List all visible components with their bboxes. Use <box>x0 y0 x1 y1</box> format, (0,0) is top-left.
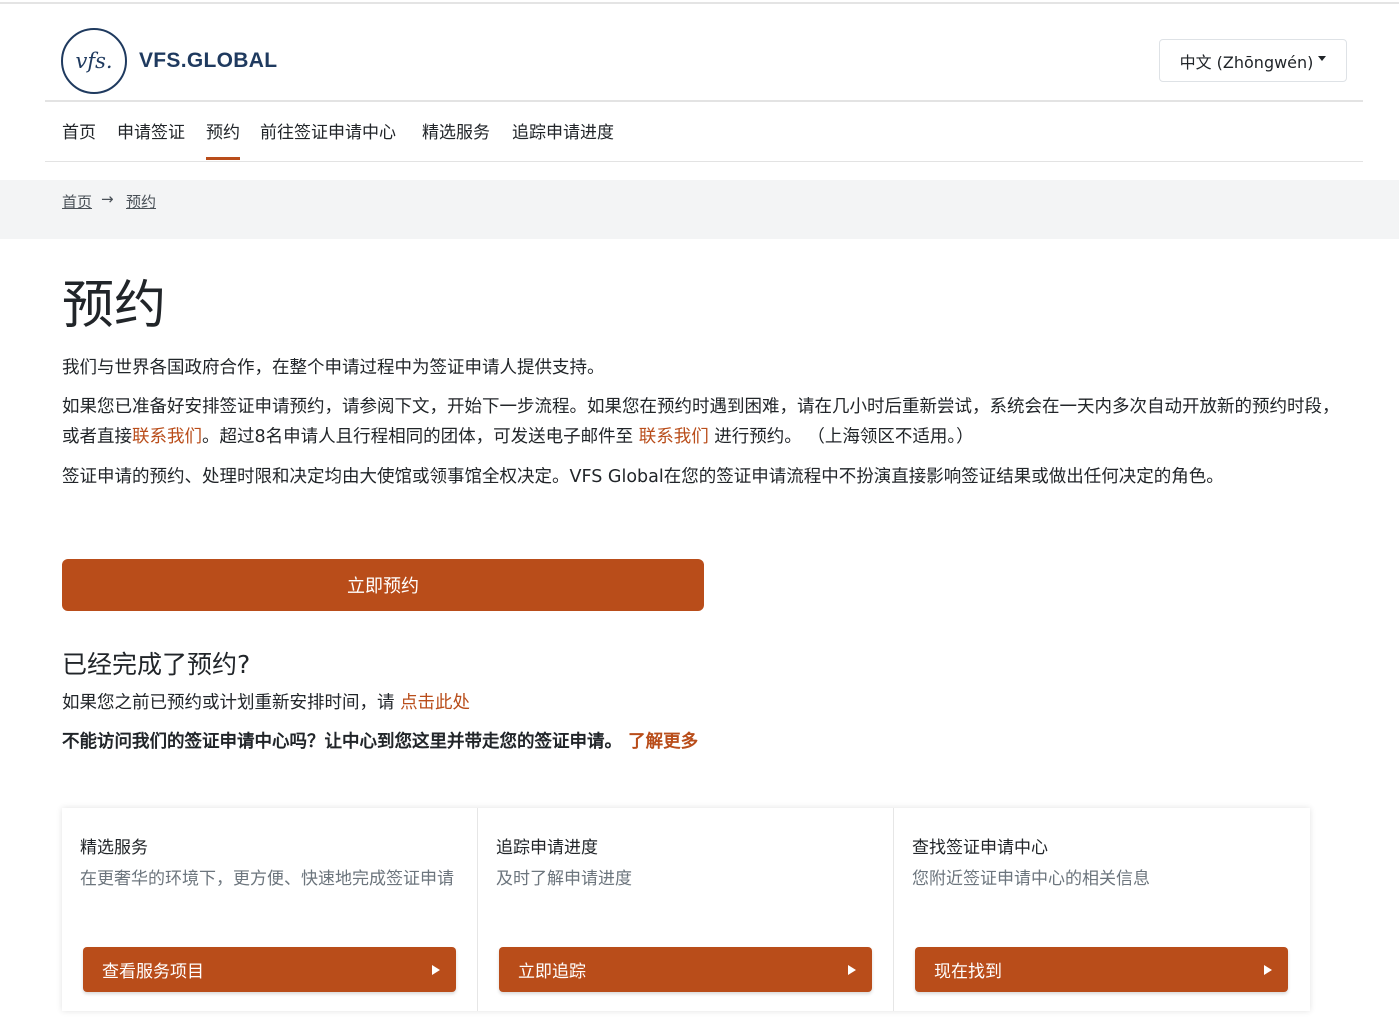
contact-us-email-link[interactable]: 联系我们 <box>639 427 709 447</box>
button-label: 现在找到 <box>934 962 1002 982</box>
breadcrumb-home[interactable]: 首页 <box>62 191 92 212</box>
logo-text: VFS.GLOBAL <box>139 49 278 72</box>
breadcrumb-current[interactable]: 预约 <box>126 191 156 212</box>
arrow-right-icon: → <box>101 190 114 208</box>
play-arrow-icon <box>432 965 440 975</box>
nav-item-home[interactable]: 首页 <box>62 118 96 160</box>
button-label: 查看服务项目 <box>102 962 204 982</box>
main-nav: 首页 申请签证 预约 前往签证申请中心 精选服务 追踪申请进度 <box>45 102 1363 162</box>
reschedule-paragraph: 如果您之前已预约或计划重新安排时间，请 点击此处 <box>62 688 1352 718</box>
find-now-button[interactable]: 现在找到 <box>915 947 1288 992</box>
breadcrumb-bar <box>0 180 1399 239</box>
card-track-application: 追踪申请进度 及时了解申请进度 立即追踪 <box>478 808 894 1011</box>
mobile-service-text: 不能访问我们的签证申请中心吗？让中心到您这里并带走您的签证申请。 <box>62 732 629 752</box>
nav-item-appointment[interactable]: 预约 <box>206 118 240 160</box>
booking-info-paragraph: 如果您已准备好安排签证申请预约，请参阅下文，开始下一步流程。如果您在预约时遇到困… <box>62 392 1352 452</box>
contact-us-link[interactable]: 联系我们 <box>132 427 202 447</box>
button-label: 立即追踪 <box>518 962 586 982</box>
card-title: 精选服务 <box>80 838 148 858</box>
booking-info-text-3: 进行预约。 （上海领区不适用。） <box>708 427 974 447</box>
play-arrow-icon <box>1264 965 1272 975</box>
already-booked-heading: 已经完成了预约? <box>62 650 251 679</box>
site-header: vfs. VFS.GLOBAL 中文 (Zhōngwén) <box>45 4 1363 102</box>
intro-paragraph: 我们与世界各国政府合作，在整个申请过程中为签证申请人提供支持。 <box>62 358 605 378</box>
play-arrow-icon <box>848 965 856 975</box>
logo-mark: vfs. <box>61 28 127 94</box>
reschedule-text: 如果您之前已预约或计划重新安排时间，请 <box>62 693 401 713</box>
card-title: 追踪申请进度 <box>496 838 598 858</box>
vfs-logo[interactable]: vfs. VFS.GLOBAL <box>61 28 277 94</box>
page-title: 预约 <box>62 276 167 336</box>
chevron-down-icon <box>1318 56 1327 61</box>
language-selector[interactable]: 中文 (Zhōngwén) <box>1159 39 1347 82</box>
book-now-button[interactable]: 立即预约 <box>62 559 704 611</box>
mobile-service-paragraph: 不能访问我们的签证申请中心吗？让中心到您这里并带走您的签证申请。 了解更多 <box>62 728 698 753</box>
card-description: 在更奢华的环境下，更方便、快速地完成签证申请 <box>80 869 454 889</box>
card-title: 查找签证申请中心 <box>912 838 1048 858</box>
card-description: 及时了解申请进度 <box>496 869 632 889</box>
nav-item-premium-services[interactable]: 精选服务 <box>422 118 490 160</box>
nav-item-track-application[interactable]: 追踪申请进度 <box>512 118 614 160</box>
nav-item-apply-visa[interactable]: 申请签证 <box>117 118 185 160</box>
view-services-button[interactable]: 查看服务项目 <box>83 947 456 992</box>
learn-more-link[interactable]: 了解更多 <box>628 732 698 752</box>
card-find-centre: 查找签证申请中心 您附近签证申请中心的相关信息 现在找到 <box>894 808 1310 1011</box>
card-description: 您附近签证申请中心的相关信息 <box>912 869 1150 889</box>
nav-item-visit-centre[interactable]: 前往签证申请中心 <box>260 118 396 160</box>
booking-info-text-2: 。超过8名申请人且行程相同的团体，可发送电子邮件至 <box>202 427 639 447</box>
click-here-link[interactable]: 点击此处 <box>400 693 470 713</box>
disclaimer-paragraph: 签证申请的预约、处理时限和决定均由大使馆或领事馆全权决定。VFS Global在… <box>62 467 1224 487</box>
card-premium-services: 精选服务 在更奢华的环境下，更方便、快速地完成签证申请 查看服务项目 <box>62 808 478 1011</box>
language-label: 中文 (Zhōngwén) <box>1179 52 1314 72</box>
service-cards: 精选服务 在更奢华的环境下，更方便、快速地完成签证申请 查看服务项目 追踪申请进… <box>62 808 1310 1011</box>
track-now-button[interactable]: 立即追踪 <box>499 947 872 992</box>
